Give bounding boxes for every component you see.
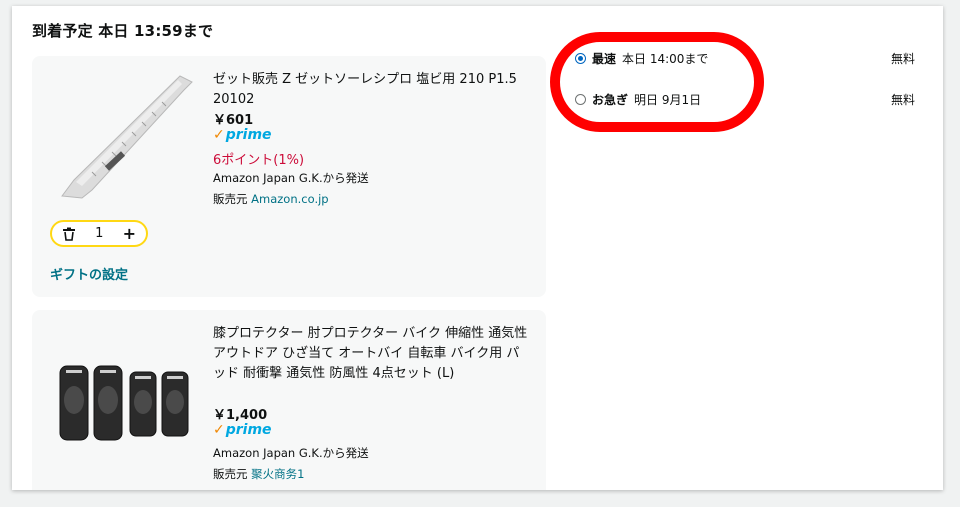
product-title-link[interactable]: 膝プロテクター 肘プロテクター バイク 伸縮性 通気性 アウトドア ひざ当て オ… [213, 324, 528, 384]
product-price: ￥601 [213, 113, 254, 128]
product-title-link[interactable]: ゼット販売 Z ゼットソーレシプロ 塩ビ用 210 P1.5 20102 [213, 70, 528, 110]
shipping-option-fastest[interactable]: 最速 本日 14:00まで [575, 50, 708, 67]
option-label: お急ぎ [592, 93, 629, 107]
shipping-option-express[interactable]: お急ぎ 明日 9月1日 [575, 91, 701, 108]
shipping-fee: 無料 [891, 93, 916, 107]
option-date: 本日 14:00まで [622, 52, 709, 66]
knee-pads-image[interactable] [54, 358, 194, 448]
checkout-delivery-panel: 到着予定 本日 13:59まで ゼット販売 Z ゼットソーレシプロ 塩ビ用 21… [12, 6, 943, 490]
points-text: 6ポイント(1%) [213, 153, 305, 168]
seller-info: 販売元 Amazon.co.jp [213, 191, 329, 207]
seller-link[interactable]: 聚火商务1 [251, 467, 304, 481]
cart-item: ゼット販売 Z ゼットソーレシプロ 塩ビ用 210 P1.5 20102 ￥60… [32, 56, 546, 297]
prime-badge: ✓prime [213, 422, 272, 438]
quantity-value: 1 [95, 226, 104, 241]
trash-icon[interactable] [62, 227, 76, 241]
delivery-estimate-heading: 到着予定 本日 13:59まで [32, 22, 214, 40]
seller-prefix: 販売元 [213, 192, 248, 206]
seller-prefix: 販売元 [213, 467, 248, 481]
prime-check-icon: ✓ [213, 422, 225, 438]
quantity-stepper: 1 + [50, 220, 148, 247]
radio-button-selected[interactable] [575, 53, 586, 64]
cart-item: 膝プロテクター 肘プロテクター バイク 伸縮性 通気性 アウトドア ひざ当て オ… [32, 310, 546, 490]
shipping-fee: 無料 [891, 52, 916, 66]
product-price: ￥1,400 [213, 408, 268, 423]
saw-blade-image[interactable] [52, 68, 200, 206]
option-date: 明日 9月1日 [634, 93, 702, 107]
gift-settings-link[interactable]: ギフトの設定 [50, 264, 128, 283]
prime-badge: ✓prime [213, 127, 272, 143]
seller-link[interactable]: Amazon.co.jp [251, 192, 328, 206]
ships-from-text: Amazon Japan G.K.から発送 [213, 446, 369, 460]
seller-info: 販売元 聚火商务1 [213, 466, 304, 482]
ships-from-text: Amazon Japan G.K.から発送 [213, 171, 369, 185]
prime-check-icon: ✓ [213, 127, 225, 143]
radio-button[interactable] [575, 94, 586, 105]
option-label: 最速 [592, 52, 617, 66]
prime-label: prime [225, 127, 272, 143]
plus-icon[interactable]: + [123, 224, 136, 243]
red-highlight-annotation [550, 32, 764, 132]
prime-label: prime [225, 422, 272, 438]
